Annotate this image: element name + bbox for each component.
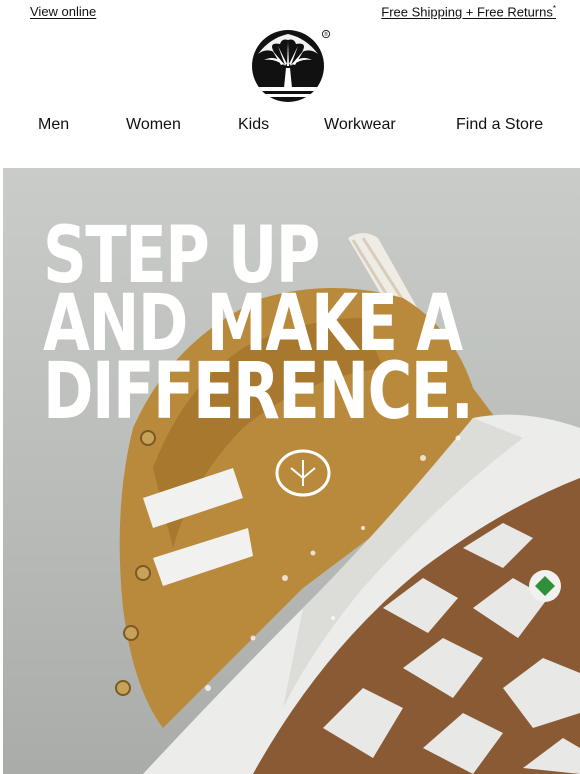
hero-headline-line-3: DIFFERENCE. [43, 347, 474, 437]
nav-workwear[interactable]: Workwear [324, 116, 396, 134]
hero-headline: STEP UP AND MAKE A DIFFERENCE. [43, 217, 474, 437]
nav-men[interactable]: Men [38, 116, 69, 134]
nav-find-a-store[interactable]: Find a Store [456, 116, 543, 134]
tree-logo-icon: ® [252, 29, 331, 102]
shipping-asterisk: * [552, 4, 556, 13]
hero-banner[interactable]: STEP UP AND MAKE A DIFFERENCE. [3, 168, 580, 774]
free-shipping-text: Free Shipping + Free Returns [381, 4, 553, 20]
main-nav: Men Women Kids Workwear Find a Store [0, 116, 580, 138]
free-shipping-link[interactable]: Free Shipping + Free Returns* [381, 4, 556, 19]
brand-logo[interactable]: ® [250, 24, 332, 104]
view-online-link[interactable]: View online [30, 4, 96, 19]
nav-women[interactable]: Women [126, 116, 181, 134]
registered-mark: ® [324, 31, 328, 38]
nav-kids[interactable]: Kids [238, 116, 269, 134]
